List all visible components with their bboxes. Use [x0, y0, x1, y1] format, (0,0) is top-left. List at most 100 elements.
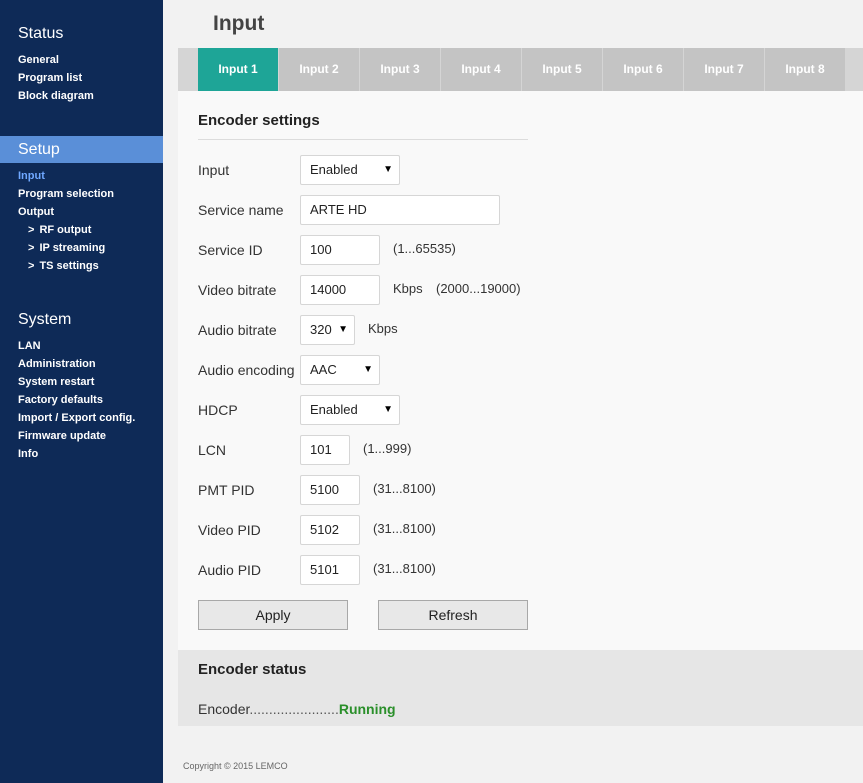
- sidebar-subitem-label: IP streaming: [39, 242, 106, 254]
- apply-button[interactable]: Apply: [198, 600, 348, 630]
- sidebar-group-status: Status General Program list Block diagra…: [0, 20, 163, 105]
- caret-down-icon: ▼: [363, 364, 373, 375]
- encoder-status-label: Encoder: [198, 701, 250, 717]
- tab-input-4[interactable]: Input 4: [441, 48, 521, 91]
- encoder-status-dots: .......................: [249, 701, 339, 717]
- sidebar-item-block-diagram[interactable]: Block diagram: [0, 87, 163, 105]
- row-video-bitrate: Video bitrate 14000 Kbps (2000...19000): [198, 275, 838, 305]
- chevron-right-icon: >: [28, 242, 35, 254]
- input-select[interactable]: Enabled ▼: [300, 155, 400, 185]
- audio-encoding-select[interactable]: AAC ▼: [300, 355, 380, 385]
- sidebar-item-output[interactable]: Output: [0, 203, 163, 221]
- sidebar-item-factory-defaults[interactable]: Factory defaults: [0, 391, 163, 409]
- row-audio-bitrate: Audio bitrate 320 ▼ Kbps: [198, 315, 838, 345]
- hdcp-select[interactable]: Enabled ▼: [300, 395, 400, 425]
- tab-input-2[interactable]: Input 2: [279, 48, 359, 91]
- copyright-text: Copyright © 2015 LEMCO: [183, 761, 288, 771]
- audio-bitrate-select[interactable]: 320 ▼: [300, 315, 355, 345]
- sidebar-group-title-setup[interactable]: Setup: [0, 136, 163, 163]
- audio-bitrate-value: 320: [310, 322, 332, 337]
- sidebar-item-import-export-config[interactable]: Import / Export config.: [0, 409, 163, 427]
- encoder-status-value: Running: [338, 701, 396, 717]
- audio-encoding-value: AAC: [310, 362, 337, 377]
- audio-pid-input[interactable]: 5101: [300, 555, 360, 585]
- audio-encoding-label: Audio encoding: [198, 362, 295, 378]
- video-bitrate-label: Video bitrate: [198, 282, 277, 298]
- sidebar-item-input[interactable]: Input: [0, 167, 163, 185]
- input-tabs: Input 1 Input 2 Input 3 Input 4 Input 5 …: [178, 48, 863, 91]
- video-pid-input[interactable]: 5102: [300, 515, 360, 545]
- sidebar: Status General Program list Block diagra…: [0, 0, 163, 783]
- sidebar-item-system-restart[interactable]: System restart: [0, 373, 163, 391]
- hdcp-value: Enabled: [310, 402, 358, 417]
- sidebar-item-info[interactable]: Info: [0, 445, 163, 463]
- tab-input-5[interactable]: Input 5: [522, 48, 602, 91]
- encoder-status-line: Encoder.......................Running: [198, 701, 396, 717]
- video-bitrate-range: (2000...19000): [436, 281, 521, 296]
- sidebar-item-firmware-update[interactable]: Firmware update: [0, 427, 163, 445]
- service-name-input[interactable]: ARTE HD: [300, 195, 500, 225]
- encoder-status-panel: Encoder status Encoder..................…: [178, 650, 863, 726]
- hdcp-label: HDCP: [198, 402, 238, 418]
- sidebar-item-program-selection[interactable]: Program selection: [0, 185, 163, 203]
- encoder-status-title: Encoder status: [198, 661, 307, 678]
- tab-input-8[interactable]: Input 8: [765, 48, 845, 91]
- service-id-label: Service ID: [198, 242, 263, 258]
- sidebar-subitem-ts-settings[interactable]: > TS settings: [0, 257, 163, 275]
- tab-input-1[interactable]: Input 1: [198, 48, 278, 91]
- audio-pid-label: Audio PID: [198, 562, 262, 578]
- video-pid-label: Video PID: [198, 522, 261, 538]
- sidebar-subitem-ip-streaming[interactable]: > IP streaming: [0, 239, 163, 257]
- sidebar-subitem-label: TS settings: [39, 260, 99, 272]
- tab-input-7[interactable]: Input 7: [684, 48, 764, 91]
- sidebar-group-system: System LAN Administration System restart…: [0, 306, 163, 463]
- sidebar-subitem-rf-output[interactable]: > RF output: [0, 221, 163, 239]
- chevron-right-icon: >: [28, 224, 35, 236]
- row-audio-pid: Audio PID 5101 (31...8100): [198, 555, 838, 585]
- row-pmt-pid: PMT PID 5100 (31...8100): [198, 475, 838, 505]
- encoder-settings-panel: Encoder settings Input Enabled ▼ Service…: [178, 91, 863, 650]
- row-input: Input Enabled ▼: [198, 155, 838, 185]
- video-bitrate-unit: Kbps: [393, 281, 423, 296]
- tab-input-3[interactable]: Input 3: [360, 48, 440, 91]
- sidebar-item-administration[interactable]: Administration: [0, 355, 163, 373]
- caret-down-icon: ▼: [383, 164, 393, 175]
- tab-input-6[interactable]: Input 6: [603, 48, 683, 91]
- service-name-label: Service name: [198, 202, 284, 218]
- sidebar-item-general[interactable]: General: [0, 51, 163, 69]
- input-select-value: Enabled: [310, 162, 358, 177]
- sidebar-item-program-list[interactable]: Program list: [0, 69, 163, 87]
- audio-bitrate-label: Audio bitrate: [198, 322, 277, 338]
- pmt-pid-range: (31...8100): [373, 481, 436, 496]
- lcn-input[interactable]: 101: [300, 435, 350, 465]
- sidebar-group-title-system[interactable]: System: [0, 306, 163, 333]
- encoder-settings-title: Encoder settings: [198, 112, 320, 129]
- row-hdcp: HDCP Enabled ▼: [198, 395, 838, 425]
- row-service-name: Service name ARTE HD: [198, 195, 838, 225]
- caret-down-icon: ▼: [338, 324, 348, 335]
- lcn-range: (1...999): [363, 441, 412, 456]
- row-audio-encoding: Audio encoding AAC ▼: [198, 355, 838, 385]
- row-video-pid: Video PID 5102 (31...8100): [198, 515, 838, 545]
- page-title: Input: [213, 12, 265, 35]
- chevron-right-icon: >: [28, 260, 35, 272]
- refresh-button[interactable]: Refresh: [378, 600, 528, 630]
- sidebar-subitem-label: RF output: [39, 224, 92, 236]
- sidebar-group-title-status[interactable]: Status: [0, 20, 163, 47]
- sidebar-item-lan[interactable]: LAN: [0, 337, 163, 355]
- row-service-id: Service ID 100 (1...65535): [198, 235, 838, 265]
- video-pid-range: (31...8100): [373, 521, 436, 536]
- service-id-range: (1...65535): [393, 241, 456, 256]
- lcn-label: LCN: [198, 442, 227, 458]
- pmt-pid-input[interactable]: 5100: [300, 475, 360, 505]
- pmt-pid-label: PMT PID: [198, 482, 255, 498]
- row-lcn: LCN 101 (1...999): [198, 435, 838, 465]
- video-bitrate-input[interactable]: 14000: [300, 275, 380, 305]
- audio-pid-range: (31...8100): [373, 561, 436, 576]
- sidebar-group-setup: Setup Input Program selection Output > RF…: [0, 136, 163, 275]
- caret-down-icon: ▼: [383, 404, 393, 415]
- service-id-input[interactable]: 100: [300, 235, 380, 265]
- input-label: Input: [198, 162, 230, 178]
- section-divider: [198, 139, 528, 140]
- audio-bitrate-unit: Kbps: [368, 321, 398, 336]
